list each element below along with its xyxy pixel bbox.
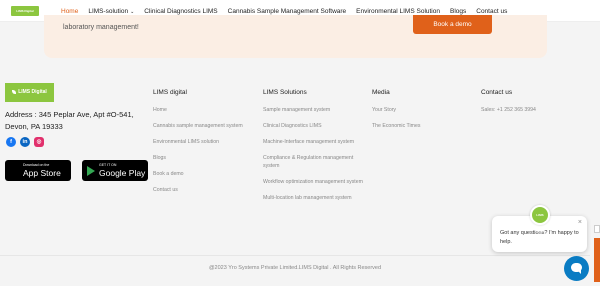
footer-link[interactable]: Environmental LIMS solution — [153, 138, 258, 146]
footer-link[interactable]: Book a demo — [153, 170, 258, 178]
footer-logo[interactable]: LIMS Digital — [5, 83, 54, 102]
footer-link[interactable]: Cannabis sample management system — [153, 122, 258, 130]
app-store-badge-text: Download on the App Store — [23, 163, 61, 178]
footer-link[interactable]: Multi-location lab management system — [263, 194, 368, 202]
instagram-icon[interactable]: ◎ — [34, 137, 44, 147]
nav-blogs[interactable]: Blogs — [450, 8, 466, 15]
copyright-text: @2023 Yro Systems Private Limited.LIMS D… — [208, 265, 382, 271]
footer-link[interactable]: Blogs — [153, 154, 258, 162]
nav-environmental[interactable]: Environmental LIMS Solution — [356, 8, 440, 15]
google-play-icon — [87, 165, 95, 176]
nav-cannabis[interactable]: Cannabis Sample Management Software — [228, 8, 347, 15]
google-play-big: Google Play — [99, 168, 146, 178]
footer-link[interactable]: Clinical Diagnostics LIMS — [263, 122, 368, 130]
footer-col-lims-digital: LIMS digital Home Cannabis sample manage… — [153, 89, 258, 202]
footer-link[interactable]: Compliance & Regulation management syste… — [263, 154, 368, 170]
footer-link[interactable]: Workflow optimization management system — [263, 178, 368, 186]
chevron-down-icon: ⌄ — [130, 8, 135, 15]
nav-contact[interactable]: Contact us — [476, 8, 507, 15]
footer-logo-text: LIMS Digital — [18, 89, 47, 95]
header-logo[interactable]: LIMS Digital — [11, 6, 39, 16]
company-address: Address : 345 Peplar Ave, Apt #O-541, De… — [5, 110, 134, 131]
footer-col-media: Media Your Story The Economic Times — [372, 89, 472, 138]
cta-banner: laboratory management! Book a demo — [44, 15, 547, 58]
app-store-badge[interactable]: Download on the App Store — [5, 160, 71, 181]
footer-link[interactable]: Sample management system — [263, 106, 368, 114]
social-links: f in ◎ — [6, 137, 44, 147]
nav-home[interactable]: Home — [61, 8, 78, 15]
sales-phone-link[interactable]: Sales: +1 252 365 3994 — [481, 106, 591, 114]
cta-text: laboratory management! — [63, 24, 139, 31]
book-demo-button[interactable]: Book a demo — [413, 15, 492, 34]
footer-link[interactable]: Your Story — [372, 106, 472, 114]
footer-link[interactable]: Home — [153, 106, 258, 114]
leaf-icon — [12, 89, 17, 94]
footer-col-title: LIMS digital — [153, 89, 187, 96]
footer-col-title: LIMS Solutions — [263, 89, 307, 96]
footer-link[interactable]: Machine-Interface management system — [263, 138, 368, 146]
chat-avatar: LIMS Digital — [530, 205, 550, 233]
footer-divider — [0, 255, 590, 256]
google-play-badge[interactable]: GET IT ON Google Play — [82, 160, 148, 181]
linkedin-icon[interactable]: in — [20, 137, 30, 147]
footer-link[interactable]: Contact us — [153, 186, 258, 194]
footer-col-title: Media — [372, 89, 390, 96]
app-store-big: App Store — [23, 168, 61, 178]
side-tab[interactable] — [594, 238, 600, 282]
nav-lims-solution[interactable]: LIMS-solution ⌄ — [88, 8, 134, 15]
facebook-icon[interactable]: f — [6, 137, 16, 147]
footer-link[interactable]: The Economic Times — [372, 122, 472, 130]
chat-bubble-tail — [577, 270, 581, 274]
side-tab-handle[interactable] — [594, 225, 600, 233]
nav-lims-solution-label: LIMS-solution — [88, 7, 129, 15]
nav-clinical-diagnostics[interactable]: Clinical Diagnostics LIMS — [144, 8, 217, 15]
google-play-badge-text: GET IT ON Google Play — [99, 163, 145, 178]
footer-col-contact: Contact us Sales: +1 252 365 3994 — [481, 89, 591, 122]
chat-launcher-button[interactable] — [564, 256, 589, 281]
close-icon[interactable]: × — [578, 219, 582, 226]
footer-col-title: Contact us — [481, 89, 513, 96]
footer-col-lims-solutions: LIMS Solutions Sample management system … — [263, 89, 368, 210]
